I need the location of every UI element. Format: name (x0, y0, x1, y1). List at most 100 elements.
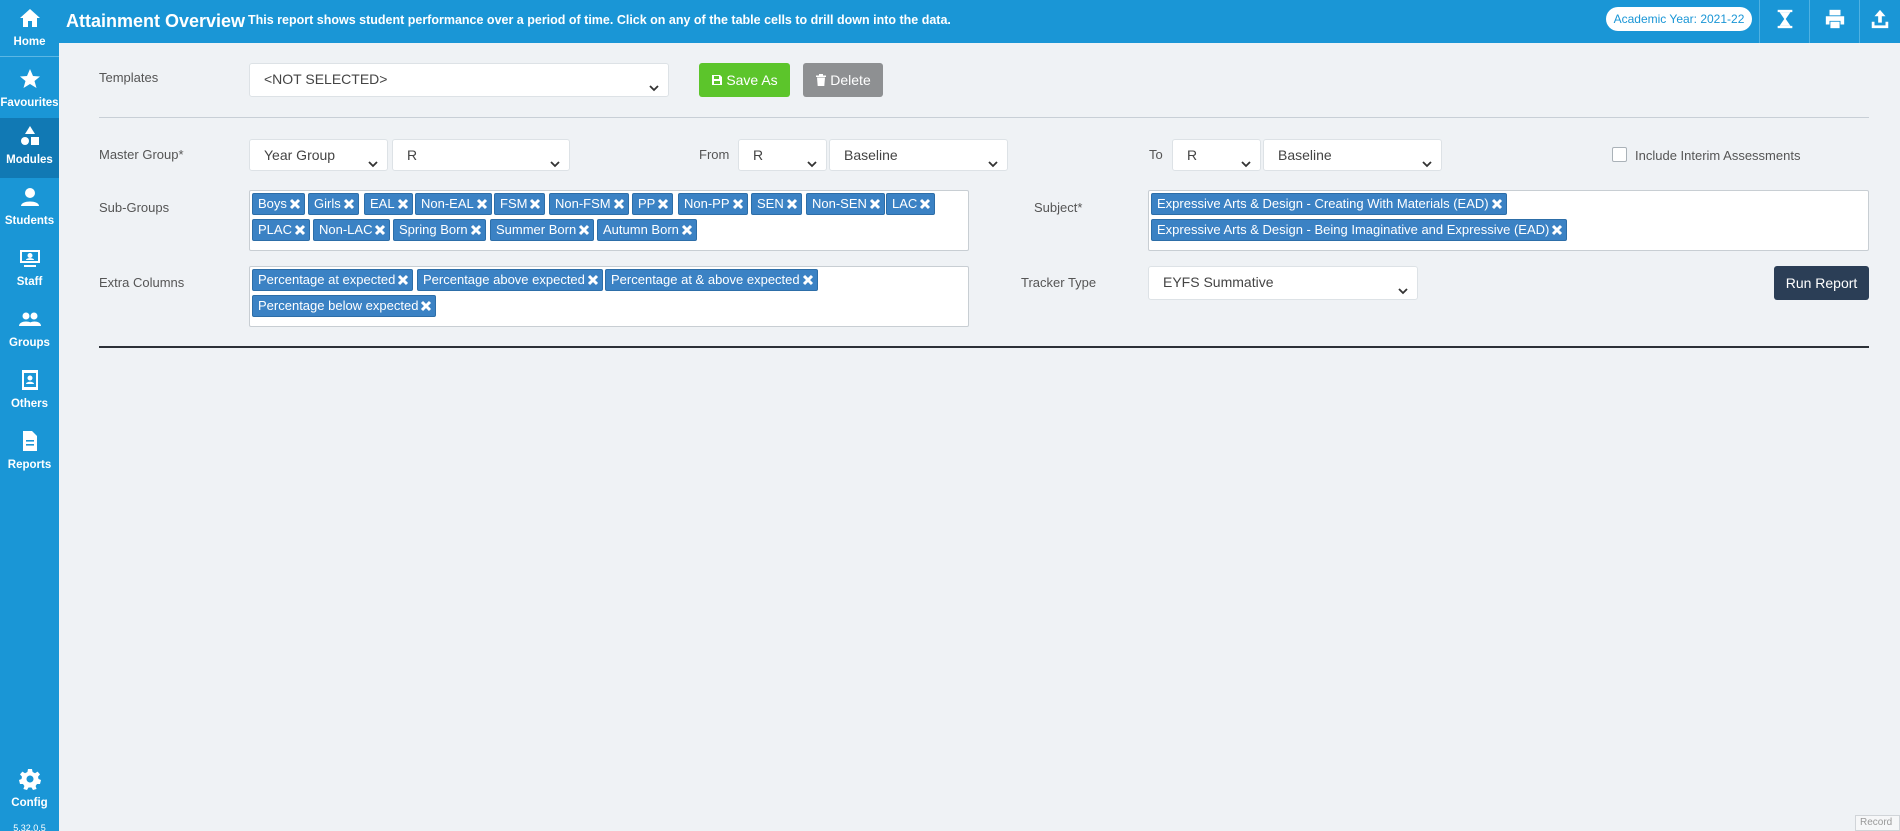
tag-label: Girls (314, 196, 341, 211)
sidebar-item-config[interactable]: Config (0, 761, 59, 821)
chevron-down-icon (1397, 277, 1409, 295)
sidebar-item-students[interactable]: Students (0, 179, 59, 239)
remove-icon[interactable] (869, 196, 884, 210)
tag-percentage-above-expected: Percentage above expected (417, 269, 603, 291)
sidebar-item-staff[interactable]: Staff (0, 240, 59, 300)
save-as-label: Save As (726, 72, 778, 88)
delete-button[interactable]: Delete (803, 63, 883, 97)
remove-icon[interactable] (470, 222, 485, 236)
trash-icon (815, 72, 830, 88)
print-icon (1824, 8, 1846, 35)
shapes-icon (0, 124, 59, 150)
remove-icon[interactable] (529, 196, 544, 210)
print-button[interactable] (1809, 0, 1859, 43)
chevron-down-icon (987, 150, 999, 168)
master-group-label: Master Group* (99, 147, 184, 162)
academic-year-badge[interactable]: Academic Year: 2021-22 (1606, 7, 1752, 31)
gear-icon (0, 767, 59, 793)
remove-icon[interactable] (420, 298, 435, 312)
sidebar-item-home[interactable]: Home (0, 0, 59, 60)
tag-subject-creating-with-materials: Expressive Arts & Design - Creating With… (1151, 193, 1507, 215)
subject-tagbox[interactable]: Expressive Arts & Design - Creating With… (1148, 190, 1869, 251)
sidebar-item-label: Groups (9, 337, 50, 349)
to-label: To (1149, 147, 1163, 162)
from-point-value: Baseline (844, 147, 898, 163)
tag-plac: PLAC (252, 219, 310, 241)
extra-columns-tagbox[interactable]: Percentage at expected Percentage above … (249, 266, 969, 327)
sidebar-item-label: Students (4, 215, 55, 227)
upload-button[interactable] (1859, 0, 1900, 43)
group-icon (0, 307, 59, 333)
remove-icon[interactable] (1491, 196, 1506, 210)
remove-icon[interactable] (476, 196, 491, 210)
from-year-select[interactable]: R (738, 139, 827, 171)
extra-columns-label: Extra Columns (99, 275, 185, 290)
remove-icon[interactable] (289, 196, 304, 210)
save-as-button[interactable]: Save As (699, 63, 790, 97)
tracker-type-value: EYFS Summative (1163, 274, 1274, 290)
hourglass-button[interactable] (1759, 0, 1809, 43)
sidebar: Home Favourites Modules Students Staff G… (0, 0, 59, 831)
tag-spring-born: Spring Born (393, 219, 486, 241)
remove-icon[interactable] (613, 196, 628, 210)
to-year-select[interactable]: R (1172, 139, 1261, 171)
tracker-type-select[interactable]: EYFS Summative (1148, 266, 1418, 300)
to-point-value: Baseline (1278, 147, 1332, 163)
tag-fsm: FSM (494, 193, 546, 215)
delete-label: Delete (830, 72, 871, 88)
templates-select[interactable]: <NOT SELECTED> (249, 63, 669, 97)
include-interim-checkbox[interactable] (1612, 147, 1627, 162)
remove-icon[interactable] (343, 196, 358, 210)
tag-label: Expressive Arts & Design - Creating With… (1157, 196, 1489, 211)
to-point-select[interactable]: Baseline (1263, 139, 1442, 171)
remove-icon[interactable] (657, 196, 672, 210)
tag-non-sen: Non-SEN (806, 193, 885, 215)
from-label: From (699, 147, 730, 162)
remove-icon[interactable] (681, 222, 696, 236)
record-tab[interactable]: Record (1855, 815, 1900, 831)
remove-icon[interactable] (587, 272, 602, 286)
remove-icon[interactable] (397, 196, 412, 210)
section-divider (99, 117, 1869, 118)
subgroups-tagbox[interactable]: Boys Girls EAL Non-EAL FSM Non-FSM PP No… (249, 190, 969, 251)
chevron-down-icon (1421, 150, 1433, 168)
tracker-type-label: Tracker Type (1021, 275, 1097, 290)
remove-icon[interactable] (732, 196, 747, 210)
master-group-select[interactable]: Year Group (249, 139, 388, 171)
tag-label: Non-PP (684, 196, 730, 211)
person-icon (0, 185, 59, 211)
tag-non-pp: Non-PP (678, 193, 748, 215)
tag-label: Spring Born (399, 222, 468, 237)
sidebar-item-others[interactable]: Others (0, 362, 59, 422)
sidebar-item-reports[interactable]: Reports (0, 423, 59, 483)
remove-icon[interactable] (578, 222, 593, 236)
tag-label: Boys (258, 196, 287, 211)
remove-icon[interactable] (374, 222, 389, 236)
tag-label: Autumn Born (603, 222, 679, 237)
remove-icon[interactable] (1551, 222, 1566, 236)
version-label: 5.32.0.5 (13, 823, 46, 831)
run-report-button[interactable]: Run Report (1774, 266, 1869, 300)
tag-non-fsm: Non-FSM (549, 193, 629, 215)
remove-icon[interactable] (919, 196, 934, 210)
sidebar-divider (0, 56, 59, 57)
from-point-select[interactable]: Baseline (829, 139, 1008, 171)
tag-label: Percentage above expected (423, 272, 585, 287)
sidebar-item-groups[interactable]: Groups (0, 301, 59, 361)
sidebar-item-modules[interactable]: Modules (0, 118, 59, 178)
chevron-down-icon (648, 74, 660, 92)
sidebar-item-label: Home (13, 36, 46, 48)
page-description: This report shows student performance ov… (248, 13, 951, 27)
remove-icon[interactable] (397, 272, 412, 286)
master-group-sub-select[interactable]: R (392, 139, 570, 171)
tag-percentage-at-above-expected: Percentage at & above expected (605, 269, 818, 291)
remove-icon[interactable] (786, 196, 801, 210)
top-bar: Attainment Overview This report shows st… (59, 0, 1900, 43)
save-icon (711, 72, 726, 88)
chevron-down-icon (549, 150, 561, 168)
remove-icon[interactable] (802, 272, 817, 286)
remove-icon[interactable] (294, 222, 309, 236)
sidebar-item-favourites[interactable]: Favourites (0, 61, 59, 121)
tag-label: Summer Born (496, 222, 577, 237)
sidebar-item-label: Others (10, 398, 49, 410)
